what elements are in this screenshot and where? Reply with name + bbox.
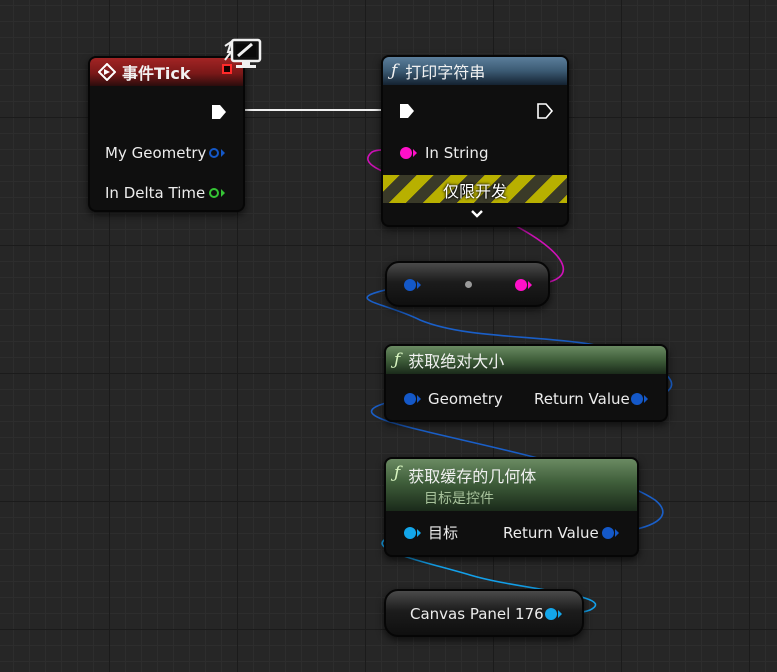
my-geometry-pin[interactable] [209, 148, 219, 158]
event-tick-node[interactable]: 事件Tick My Geometry In Delta Time [88, 56, 245, 212]
return-value-label: Return Value [534, 390, 630, 408]
function-icon: ƒ [394, 350, 401, 370]
cached-return-value-label: Return Value [503, 524, 599, 542]
target-in-label: 目标 [428, 524, 459, 542]
geometry-in-arrow [417, 395, 421, 403]
reroute-node[interactable] [385, 261, 550, 307]
get-cached-geometry-node[interactable]: ƒ 获取缓存的几何体 目标是控件 目标 Return Value [384, 457, 639, 557]
event-diamond-icon [98, 63, 116, 81]
target-in-arrow [417, 529, 421, 537]
function-icon: ƒ [391, 61, 398, 81]
exec-out-pin[interactable] [210, 103, 228, 121]
function-icon: ƒ [394, 463, 401, 483]
event-tick-header[interactable]: 事件Tick [90, 58, 243, 86]
get-cached-geometry-subtitle: 目标是控件 [424, 491, 494, 507]
print-string-node[interactable]: ƒ 打印字符串 In String 仅限开发 [381, 55, 569, 227]
cached-return-value-arrow [615, 529, 619, 537]
my-geometry-label: My Geometry [105, 144, 207, 162]
reroute-string-out-pin[interactable] [515, 279, 527, 291]
cached-return-value-pin[interactable] [602, 527, 614, 539]
canvas-panel-label: Canvas Panel 176 [410, 605, 544, 623]
print-string-title: 打印字符串 [405, 63, 486, 82]
reroute-dot-icon [465, 281, 472, 288]
in-delta-time-label: In Delta Time [105, 184, 206, 202]
canvas-panel-out-pin[interactable] [545, 608, 557, 620]
exec-out-pin-print[interactable] [536, 102, 554, 120]
in-delta-time-pin-arrow [221, 189, 225, 197]
in-delta-time-pin[interactable] [209, 188, 219, 198]
in-string-pin[interactable] [400, 147, 412, 159]
chevron-down-icon[interactable] [469, 208, 485, 220]
reroute-struct-in-pin[interactable] [404, 279, 416, 291]
my-geometry-pin-arrow [221, 149, 225, 157]
print-string-header[interactable]: ƒ 打印字符串 [383, 57, 567, 85]
get-absolute-size-title: 获取绝对大小 [408, 352, 505, 371]
reroute-string-out-arrow [528, 281, 532, 289]
get-absolute-size-header[interactable]: ƒ 获取绝对大小 [386, 346, 666, 374]
get-absolute-size-node[interactable]: ƒ 获取绝对大小 Geometry Return Value [384, 344, 668, 422]
in-string-label: In String [425, 144, 489, 162]
event-tick-title: 事件Tick [122, 64, 191, 83]
canvas-panel-reference-node[interactable]: Canvas Panel 176 [384, 589, 584, 637]
geometry-in-pin[interactable] [404, 393, 416, 405]
target-in-pin[interactable] [404, 527, 416, 539]
development-only-label: 仅限开发 [442, 182, 507, 201]
return-value-pin[interactable] [631, 393, 643, 405]
development-only-banner: 仅限开发 [383, 175, 567, 203]
reroute-struct-in-arrow [417, 281, 421, 289]
get-cached-geometry-title: 获取缓存的几何体 [408, 467, 537, 486]
in-string-pin-arrow [413, 149, 417, 157]
geometry-in-label: Geometry [428, 390, 503, 408]
exec-in-pin[interactable] [398, 102, 416, 120]
monitor-client-icon [224, 38, 262, 68]
return-value-arrow [644, 395, 648, 403]
canvas-panel-out-arrow [558, 610, 562, 618]
